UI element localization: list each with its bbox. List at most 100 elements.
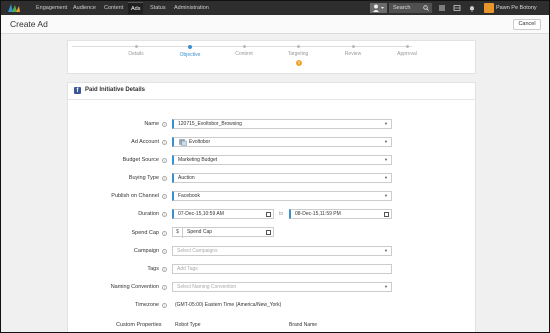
nav-ads[interactable]: Ads bbox=[128, 2, 144, 14]
info-icon[interactable]: i bbox=[162, 121, 167, 127]
step-dot bbox=[296, 45, 300, 48]
user-avatar[interactable] bbox=[484, 3, 494, 13]
user-name[interactable]: Pawn Pe Botony bbox=[496, 4, 537, 13]
info-icon[interactable]: i bbox=[162, 302, 167, 308]
step-objective[interactable]: Objective bbox=[165, 44, 215, 58]
budget-source-label: Budget Source bbox=[122, 157, 159, 163]
step-label: Review bbox=[344, 51, 362, 57]
chevron-down-icon: ▼ bbox=[384, 121, 388, 126]
info-icon[interactable]: i bbox=[162, 175, 167, 181]
calculator-icon bbox=[266, 229, 271, 235]
step-label: Details bbox=[128, 51, 144, 57]
step-review[interactable]: Review bbox=[328, 45, 378, 57]
buying-type-select[interactable]: Auction ▼ bbox=[172, 173, 392, 183]
spend-cap-placeholder: Spend Cap bbox=[187, 229, 213, 235]
buying-type-label: Buying Type bbox=[128, 175, 159, 181]
brand-name-header: Brand Name bbox=[289, 322, 318, 328]
notification-bell-icon[interactable] bbox=[468, 4, 476, 12]
info-icon[interactable]: i bbox=[162, 193, 167, 199]
tags-label: Tags bbox=[147, 266, 159, 272]
chevron-down-icon: ▼ bbox=[384, 248, 388, 253]
ad-account-select[interactable]: Evoltobor ▼ bbox=[172, 137, 392, 147]
budget-source-value: Marketing Budget bbox=[178, 157, 218, 163]
info-icon[interactable]: i bbox=[162, 139, 167, 145]
step-dot bbox=[242, 45, 246, 48]
duration-to-label: to bbox=[279, 211, 284, 217]
naming-convention-select[interactable]: Select Naming Convention ▼ bbox=[172, 282, 392, 292]
info-icon[interactable]: i bbox=[162, 284, 167, 290]
info-icon[interactable]: i bbox=[162, 211, 167, 217]
calendar-icon[interactable] bbox=[384, 211, 389, 217]
info-icon[interactable]: i bbox=[162, 230, 167, 236]
budget-source-select[interactable]: Marketing Budget ▼ bbox=[172, 155, 392, 165]
menu-icon[interactable] bbox=[438, 4, 446, 12]
step-approval[interactable]: Approval bbox=[382, 45, 432, 57]
app-logo-icon[interactable] bbox=[7, 3, 21, 13]
publish-channel-value: Facebook bbox=[178, 193, 200, 199]
timezone-value: (GMT-05:00) Eastern Time (America/New_Yo… bbox=[175, 302, 282, 308]
campaign-select[interactable]: Select Campaigns ▼ bbox=[172, 246, 392, 256]
chevron-down-icon: ▼ bbox=[384, 284, 388, 289]
app-window: Engagement Audience Content Ads Status A… bbox=[0, 0, 550, 333]
page-header: Create Ad Cancel bbox=[1, 15, 549, 34]
end-date-value: 08-Dec-15,11:59 PM bbox=[295, 211, 341, 217]
info-icon[interactable]: i bbox=[162, 157, 167, 163]
chevron-down-icon: ▼ bbox=[384, 193, 388, 198]
targeting-warning-icon: ! bbox=[296, 60, 302, 66]
step-details[interactable]: Details bbox=[111, 45, 161, 57]
campaign-placeholder: Select Campaigns bbox=[177, 248, 218, 254]
step-label: Targeting bbox=[287, 51, 309, 57]
cancel-button[interactable]: Cancel bbox=[513, 19, 541, 30]
inbox-icon[interactable] bbox=[453, 4, 461, 12]
publish-channel-select[interactable]: Facebook ▼ bbox=[172, 191, 392, 201]
naming-convention-placeholder: Select Naming Convention bbox=[177, 284, 237, 290]
search-placeholder: Search bbox=[393, 5, 411, 11]
info-icon[interactable]: i bbox=[162, 248, 167, 254]
step-dot bbox=[134, 45, 138, 48]
nav-audience[interactable]: Audience bbox=[72, 4, 97, 13]
chevron-down-icon: ▼ bbox=[384, 175, 388, 180]
step-label: Content bbox=[235, 51, 253, 57]
nav-administration[interactable]: Administration bbox=[173, 4, 210, 13]
step-targeting[interactable]: Targeting bbox=[273, 45, 323, 57]
start-date-value: 07-Dec-15,10:59 AM bbox=[178, 211, 224, 217]
top-nav-bar: Engagement Audience Content Ads Status A… bbox=[1, 1, 549, 15]
section-title: Paid Initiative Details bbox=[85, 87, 146, 93]
end-date-input[interactable]: 08-Dec-15,11:59 PM bbox=[289, 209, 392, 219]
start-date-input[interactable]: 07-Dec-15,10:59 AM bbox=[172, 209, 274, 219]
step-dot bbox=[351, 45, 355, 48]
search-icon bbox=[423, 5, 429, 11]
step-label: Approval bbox=[397, 51, 417, 57]
name-label: Name bbox=[144, 121, 159, 127]
name-value: 120715_Evoltobor_Browsing bbox=[178, 121, 242, 127]
robot-type-header: Robot Type bbox=[175, 322, 201, 328]
search-input[interactable]: Search bbox=[389, 3, 432, 13]
timezone-label: Timezone bbox=[135, 302, 159, 308]
step-content[interactable]: Content bbox=[219, 45, 269, 57]
nav-content[interactable]: Content bbox=[103, 4, 124, 13]
naming-convention-label: Naming Convention bbox=[110, 284, 159, 290]
user-icon bbox=[373, 4, 384, 12]
campaign-label: Campaign bbox=[133, 248, 159, 254]
nav-engagement[interactable]: Engagement bbox=[35, 4, 68, 13]
currency-symbol: $ bbox=[173, 228, 183, 238]
spend-cap-input[interactable]: Spend Cap bbox=[172, 227, 274, 237]
ad-account-value: Evoltobor bbox=[189, 139, 211, 145]
account-icon bbox=[179, 138, 187, 146]
chevron-down-icon: ▼ bbox=[384, 157, 388, 162]
name-input[interactable]: 120715_Evoltobor_Browsing ▼ bbox=[172, 119, 392, 129]
tags-input[interactable]: Add Tags bbox=[172, 264, 392, 274]
calendar-icon[interactable] bbox=[266, 211, 271, 217]
duration-label: Duration bbox=[138, 211, 159, 217]
step-dot bbox=[188, 44, 192, 49]
step-label: Objective bbox=[179, 51, 201, 58]
page-title: Create Ad bbox=[10, 19, 48, 29]
ad-account-label: Ad Account bbox=[131, 139, 159, 145]
spend-cap-label: Spend Cap bbox=[131, 230, 159, 236]
buying-type-value: Auction bbox=[178, 175, 195, 181]
nav-status[interactable]: Status bbox=[149, 4, 167, 13]
step-dot bbox=[405, 45, 409, 48]
info-icon[interactable]: i bbox=[162, 266, 167, 272]
chevron-down-icon: ▼ bbox=[384, 139, 388, 144]
user-menu-button[interactable] bbox=[370, 3, 387, 13]
